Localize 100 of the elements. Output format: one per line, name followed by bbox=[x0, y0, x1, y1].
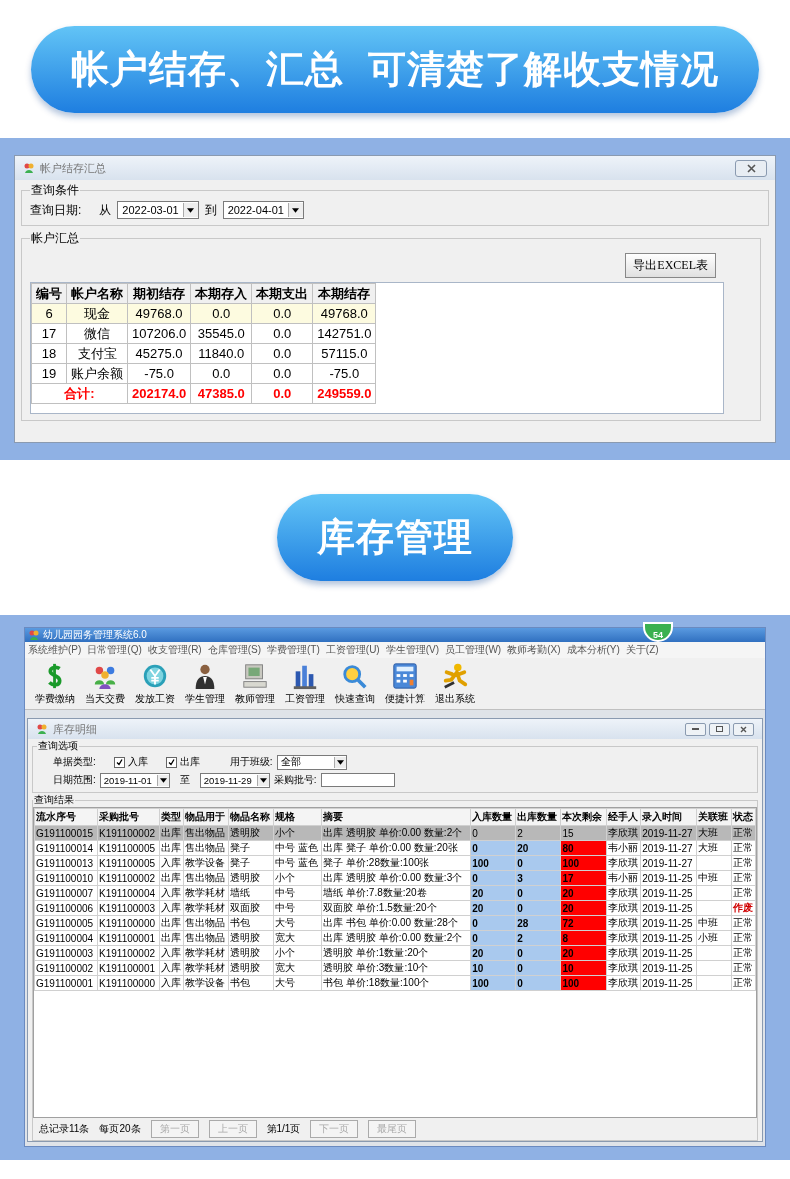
table-cell: 透明胶 bbox=[228, 945, 274, 961]
table-cell: 出库 透明胶 单价:0.00 数量:2个 bbox=[321, 930, 471, 946]
date-picker[interactable]: 2022-04-01 bbox=[222, 201, 304, 219]
table-cell: 0.0 bbox=[251, 343, 313, 364]
dropdown-caret-icon[interactable] bbox=[182, 203, 198, 217]
table-cell: K191100001 bbox=[97, 930, 160, 946]
table-cell: 2019-11-27 bbox=[640, 840, 697, 856]
table-cell: K191100005 bbox=[97, 855, 160, 871]
table-cell: 入库 bbox=[159, 885, 184, 901]
table-cell: 正常 bbox=[731, 840, 756, 856]
notification-badge: 54 bbox=[643, 622, 673, 642]
column-header: 本期存入 bbox=[190, 283, 252, 304]
menu-item[interactable]: 员工管理(W) bbox=[442, 643, 505, 657]
table-cell: 小个 bbox=[273, 870, 322, 886]
coin-icon[interactable] bbox=[141, 662, 169, 690]
close-button[interactable] bbox=[733, 722, 754, 736]
menu-item[interactable]: 成本分析(Y) bbox=[563, 643, 623, 657]
calculator-icon[interactable] bbox=[391, 662, 419, 690]
table-cell: 透明胶 单价:1数量:20个 bbox=[321, 945, 471, 961]
column-header: 出库数量 bbox=[515, 808, 561, 826]
checkbox-label[interactable]: 入库 bbox=[127, 755, 148, 769]
window-title: 幼儿园园务管理系统6.0 bbox=[43, 628, 147, 642]
column-header: 物品名称 bbox=[228, 808, 274, 826]
table-cell: 大班 bbox=[696, 840, 732, 856]
minimize-button[interactable] bbox=[685, 722, 706, 736]
table-cell: 售出物品 bbox=[183, 930, 229, 946]
table-cell: K191100004 bbox=[97, 885, 160, 901]
table-cell: G191100005 bbox=[34, 915, 98, 931]
toolbar-button[interactable]: 学生管理 bbox=[185, 692, 225, 706]
app-logo-icon bbox=[23, 162, 35, 174]
table-cell: 微信 bbox=[66, 323, 128, 344]
date-picker[interactable]: 2019-11-29 bbox=[199, 772, 270, 788]
toolbar-button[interactable]: 当天交费 bbox=[85, 692, 125, 706]
column-header: 摘要 bbox=[321, 808, 471, 826]
dropdown[interactable]: 全部 bbox=[276, 754, 347, 770]
menu-item[interactable]: 教师考勤(X) bbox=[504, 643, 564, 657]
menu-item[interactable]: 学生管理(V) bbox=[382, 643, 443, 657]
input-field[interactable] bbox=[320, 773, 395, 787]
menu-item[interactable]: 系统维护(P) bbox=[25, 643, 85, 657]
table-cell: G191100007 bbox=[34, 885, 98, 901]
search-icon[interactable] bbox=[341, 662, 369, 690]
table-cell: 教学耗材 bbox=[183, 960, 229, 976]
field-label: 从 bbox=[99, 201, 112, 219]
table-cell: 出库 书包 单价:0.00 数量:28个 bbox=[321, 915, 471, 931]
export-button[interactable]: 导出EXCEL表 bbox=[625, 253, 716, 278]
maximize-icon[interactable] bbox=[716, 726, 723, 732]
close-button[interactable] bbox=[735, 159, 767, 177]
table-cell: 韦小丽 bbox=[606, 870, 641, 886]
toolbar-button[interactable]: 快速查询 bbox=[335, 692, 375, 706]
group-label: 查询条件 bbox=[30, 182, 80, 199]
menu-item[interactable]: 工资管理(U) bbox=[322, 643, 383, 657]
table-cell: 书包 bbox=[228, 915, 274, 931]
table-cell: K191100001 bbox=[97, 960, 160, 976]
maximize-button[interactable] bbox=[709, 722, 730, 736]
minimize-icon[interactable] bbox=[692, 727, 699, 731]
toolbar-button[interactable]: 学费缴纳 bbox=[35, 692, 75, 706]
toolbar-button[interactable]: 工资管理 bbox=[285, 692, 325, 706]
menu-item[interactable]: 收支管理(R) bbox=[144, 643, 205, 657]
menu-item[interactable]: 日常管理(Q) bbox=[84, 643, 145, 657]
table-cell: 2019-11-25 bbox=[640, 975, 697, 991]
date-picker[interactable]: 2019-11-01 bbox=[99, 772, 170, 788]
table-cell: G191100002 bbox=[34, 960, 98, 976]
table-cell: 正常 bbox=[731, 945, 756, 961]
table-cell: 李欣琪 bbox=[606, 900, 641, 916]
menu-item[interactable]: 关于(Z) bbox=[622, 643, 662, 657]
checkbox-label[interactable]: 出库 bbox=[179, 755, 200, 769]
table-cell: 双面胶 bbox=[228, 900, 274, 916]
table-cell: 大号 bbox=[273, 975, 322, 991]
dropdown-caret-icon[interactable] bbox=[156, 774, 169, 786]
close-icon[interactable] bbox=[746, 163, 756, 173]
table-cell: 出库 bbox=[159, 930, 184, 946]
toolbar-button[interactable]: 便捷计算 bbox=[385, 692, 425, 706]
total-cell: 249559.0 bbox=[312, 383, 376, 404]
menu-item[interactable]: 学费管理(T) bbox=[264, 643, 323, 657]
table-cell: 李欣琪 bbox=[606, 885, 641, 901]
group-label: 查询结果 bbox=[33, 793, 75, 807]
section-heading: 库存管理 bbox=[277, 494, 513, 581]
menu-item[interactable]: 仓库管理(S) bbox=[204, 643, 265, 657]
dropdown-caret-icon[interactable] bbox=[287, 203, 303, 217]
table-cell: 小个 bbox=[273, 945, 322, 961]
table-cell: 小班 bbox=[696, 930, 732, 946]
toolbar-button[interactable]: 教师管理 bbox=[235, 692, 275, 706]
table-cell: 入库 bbox=[159, 960, 184, 976]
table-cell: 2019-11-25 bbox=[640, 885, 697, 901]
close-icon[interactable] bbox=[740, 725, 747, 733]
table-cell: 李欣琪 bbox=[606, 945, 641, 961]
checkbox[interactable] bbox=[165, 756, 177, 768]
running-figure-icon[interactable] bbox=[441, 662, 469, 690]
table-cell: 2019-11-25 bbox=[640, 900, 697, 916]
checkbox[interactable] bbox=[113, 756, 125, 768]
table-cell: 售出物品 bbox=[183, 915, 229, 931]
toolbar-button[interactable]: 退出系统 bbox=[435, 692, 475, 706]
dropdown-caret-icon[interactable] bbox=[333, 756, 346, 768]
date-picker[interactable]: 2022-03-01 bbox=[117, 201, 199, 219]
computer-icon[interactable] bbox=[241, 662, 269, 690]
table-cell: G191100006 bbox=[34, 900, 98, 916]
toolbar-button[interactable]: 发放工资 bbox=[135, 692, 175, 706]
dropdown-caret-icon[interactable] bbox=[256, 774, 269, 786]
table-cell: 书包 bbox=[228, 975, 274, 991]
column-header: 本次剩余 bbox=[560, 808, 606, 826]
